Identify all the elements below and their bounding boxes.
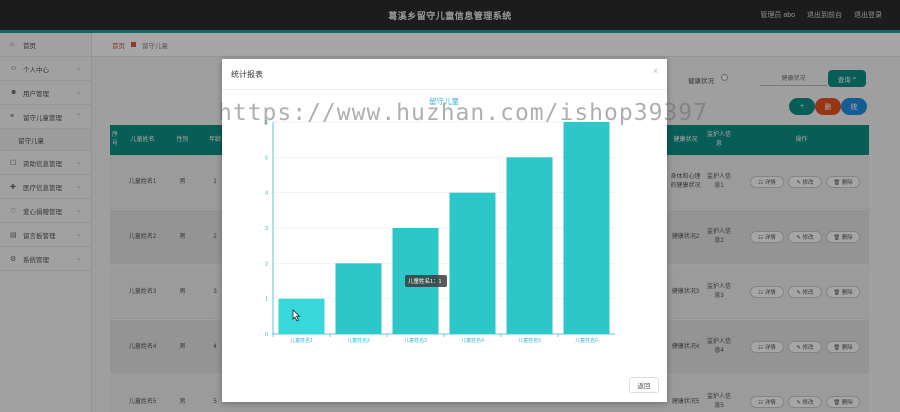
bar <box>449 192 496 334</box>
x-tick-label: 儿童姓名6 <box>575 337 598 344</box>
bar <box>506 157 553 334</box>
x-tick-label: 儿童姓名1 <box>290 337 313 344</box>
x-tick-label: 儿童姓名2 <box>347 337 370 344</box>
y-tick-label: 1 <box>265 297 268 303</box>
x-tick-label: 儿童姓名3 <box>404 337 427 344</box>
y-tick-label: 2 <box>265 261 268 267</box>
watermark-text: https://www.huzhan.com/ishop39397 <box>218 100 708 126</box>
y-tick-label: 5 <box>265 155 268 161</box>
x-tick-label: 儿童姓名4 <box>461 337 484 344</box>
y-tick-label: 4 <box>265 191 268 197</box>
back-button[interactable]: 返回 <box>629 377 659 393</box>
bar <box>278 298 325 334</box>
bar <box>563 122 610 334</box>
y-tick-label: 3 <box>265 226 268 232</box>
tooltip-text: 儿童姓名1：1 <box>408 277 442 285</box>
bar <box>335 263 382 334</box>
x-tick-label: 儿童姓名5 <box>518 337 541 344</box>
y-tick-label: 0 <box>265 332 268 338</box>
